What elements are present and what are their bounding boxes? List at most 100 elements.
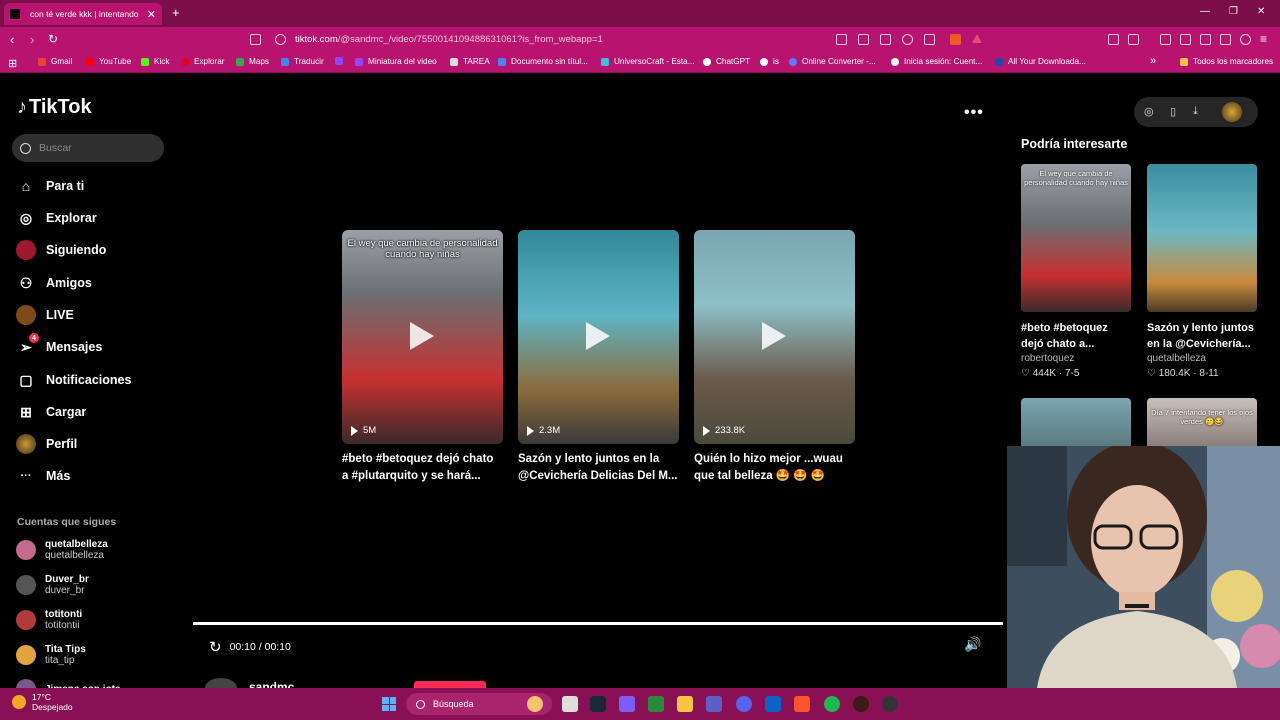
bookmark-miniatura[interactable]: Miniatura del video xyxy=(355,57,437,66)
bookmark-is[interactable]: is xyxy=(760,57,779,66)
bookmark-kick[interactable]: Kick xyxy=(141,57,169,66)
bookmark-icon[interactable] xyxy=(250,34,261,45)
music-icon[interactable] xyxy=(1160,34,1171,45)
suggested-title-text[interactable]: Sazón y lento juntos en la @Cevichería..… xyxy=(1147,320,1257,352)
back-icon[interactable]: ‹ xyxy=(10,32,14,47)
share-icon[interactable] xyxy=(924,34,935,45)
maximize-button[interactable]: ❐ xyxy=(1229,6,1238,17)
copilot-icon[interactable] xyxy=(619,696,635,712)
zoom-icon[interactable] xyxy=(902,34,913,45)
tab-close-icon[interactable]: ✕ xyxy=(147,8,156,21)
nav-live[interactable]: LIVE xyxy=(16,305,74,325)
url-field[interactable]: tiktok.com/@sandmc_/video/75500141094886… xyxy=(295,34,603,45)
suggested-video[interactable]: El wey que cambia de personalidad cuando… xyxy=(1021,164,1131,379)
reload-icon[interactable]: ↻ xyxy=(48,32,58,46)
replay-icon[interactable]: ↻ xyxy=(209,638,222,656)
leo-icon[interactable] xyxy=(1220,34,1231,45)
windows-start-icon[interactable] xyxy=(382,697,396,711)
sidebar-toggle-icon[interactable] xyxy=(1180,34,1191,45)
cast-icon[interactable] xyxy=(858,34,869,45)
bookmark-traducir[interactable]: Traducir xyxy=(281,57,324,66)
minimize-button[interactable]: — xyxy=(1200,6,1210,17)
bookmark-documento[interactable]: Documento sin títul... xyxy=(498,57,588,66)
outlook-icon[interactable] xyxy=(765,696,781,712)
more-options-button[interactable]: ••• xyxy=(964,104,984,122)
profile-avatar[interactable] xyxy=(1222,102,1242,122)
obs-icon[interactable] xyxy=(882,696,898,712)
new-tab-button[interactable]: + xyxy=(172,5,180,20)
video-title[interactable]: Quién lo hizo mejor ...wuau que tal bell… xyxy=(694,451,855,485)
wallet-icon[interactable] xyxy=(1200,34,1211,45)
vpn-icon[interactable] xyxy=(1240,34,1251,45)
all-bookmarks-folder[interactable]: Todos los marcadores xyxy=(1180,57,1273,66)
bookmark-universocraft[interactable]: UniversoCraft - Esta... xyxy=(601,57,695,66)
weather-widget[interactable]: 17°C Despejado xyxy=(12,692,73,712)
nav-amigos[interactable]: ⚇ Amigos xyxy=(16,273,92,293)
teams-icon[interactable] xyxy=(706,696,722,712)
following-account[interactable]: Duver_br duver_br xyxy=(16,574,89,596)
video-title[interactable]: #beto #betoquez dejó chato a #plutarquit… xyxy=(342,451,503,485)
video-progress-bar[interactable] xyxy=(193,622,1003,625)
excel-icon[interactable] xyxy=(648,696,664,712)
steam-icon[interactable] xyxy=(590,696,606,712)
search-highlight-icon[interactable] xyxy=(527,696,543,712)
suggested-title-text[interactable]: #beto #betoquez dejó chato a... xyxy=(1021,320,1131,352)
bookmark-tarea[interactable]: TAREA xyxy=(450,57,490,66)
brave-icon[interactable] xyxy=(794,696,810,712)
bookmark-inicia-sesion[interactable]: Inicia sesión: Cuent... xyxy=(891,57,982,66)
video-title[interactable]: Sazón y lento juntos en la @Cevichería D… xyxy=(518,451,679,485)
nav-mensajes[interactable]: ➢ 4 Mensajes xyxy=(16,333,102,357)
bookmark-gmail[interactable]: Gmail xyxy=(38,57,72,66)
task-view-icon[interactable] xyxy=(562,696,578,712)
following-account[interactable]: quetalbelleza quetalbelleza xyxy=(16,539,108,561)
search-input[interactable]: Buscar xyxy=(12,134,164,162)
app-icon[interactable] xyxy=(853,696,869,712)
bookmark-maps[interactable]: Maps xyxy=(236,57,269,66)
suggested-author[interactable]: quetalbelleza xyxy=(1147,353,1257,364)
file-explorer-icon[interactable] xyxy=(677,696,693,712)
related-video-card[interactable]: 233.8K Quién lo hizo mejor ...wuau que t… xyxy=(694,230,855,485)
suggested-thumbnail[interactable]: El wey que cambia de personalidad cuando… xyxy=(1021,164,1131,312)
device-icon[interactable]: ▯ xyxy=(1170,105,1176,118)
download-icon[interactable]: ⤓ xyxy=(1193,105,1198,118)
bookmark-online-converter[interactable]: Online Converter -... xyxy=(789,57,876,66)
video-thumbnail[interactable]: El wey que cambia de personalidad cuando… xyxy=(342,230,503,444)
nav-siguiendo[interactable]: Siguiendo xyxy=(16,240,106,260)
forward-icon[interactable]: › xyxy=(30,32,34,47)
media-icon[interactable] xyxy=(836,34,847,45)
active-tab[interactable]: con té verde kkk | intentando ✕ xyxy=(4,3,162,25)
following-account[interactable]: Tita Tips tita_tip xyxy=(16,644,86,666)
menu-icon[interactable]: ≡ xyxy=(1260,32,1267,46)
nav-mas[interactable]: ··· Más xyxy=(16,466,71,486)
suggested-video[interactable]: Sazón y lento juntos en la @Cevichería..… xyxy=(1147,164,1257,379)
related-video-card[interactable]: El wey que cambia de personalidad cuando… xyxy=(342,230,503,485)
video-thumbnail[interactable]: 2.3M xyxy=(518,230,679,444)
suggested-thumbnail[interactable] xyxy=(1147,164,1257,312)
nav-perfil[interactable]: Perfil xyxy=(16,434,77,454)
bookmark-twitch[interactable] xyxy=(335,57,348,65)
extensions-icon[interactable] xyxy=(1108,34,1119,45)
bookmark-youtube[interactable]: YouTube xyxy=(86,57,131,66)
nav-notificaciones[interactable]: ▢ Notificaciones xyxy=(16,370,131,390)
screenshot-icon[interactable] xyxy=(1128,34,1139,45)
related-video-card[interactable]: 2.3M Sazón y lento juntos en la @Ceviche… xyxy=(518,230,679,485)
spotify-icon[interactable] xyxy=(824,696,840,712)
close-window-button[interactable]: ✕ xyxy=(1257,6,1265,17)
volume-icon[interactable]: 🔊 xyxy=(964,636,981,653)
bookmark-explorar[interactable]: Explorar xyxy=(181,57,225,66)
video-thumbnail[interactable]: 233.8K xyxy=(694,230,855,444)
suggested-author[interactable]: robertoquez xyxy=(1021,353,1131,364)
nav-para-ti[interactable]: ⌂ Para ti xyxy=(16,176,84,196)
site-info-icon[interactable] xyxy=(275,34,286,45)
translate-icon[interactable] xyxy=(880,34,891,45)
coin-icon[interactable]: ◎ xyxy=(1144,105,1154,118)
suggested-thumbnail[interactable] xyxy=(1021,398,1131,446)
nav-cargar[interactable]: ⊞ Cargar xyxy=(16,402,86,422)
bookmarks-more-button[interactable]: » xyxy=(1150,55,1156,67)
following-account[interactable]: totitonti totitontii xyxy=(16,609,82,631)
apps-grid-icon[interactable]: ⊞ xyxy=(8,57,17,70)
suggested-thumbnail[interactable]: Día 7 intentando tener los ojos verdes 🥲… xyxy=(1147,398,1257,446)
discord-icon[interactable] xyxy=(736,696,752,712)
tiktok-logo[interactable]: ♪ TikTok xyxy=(17,96,92,119)
brave-shield-icon[interactable] xyxy=(950,34,961,45)
